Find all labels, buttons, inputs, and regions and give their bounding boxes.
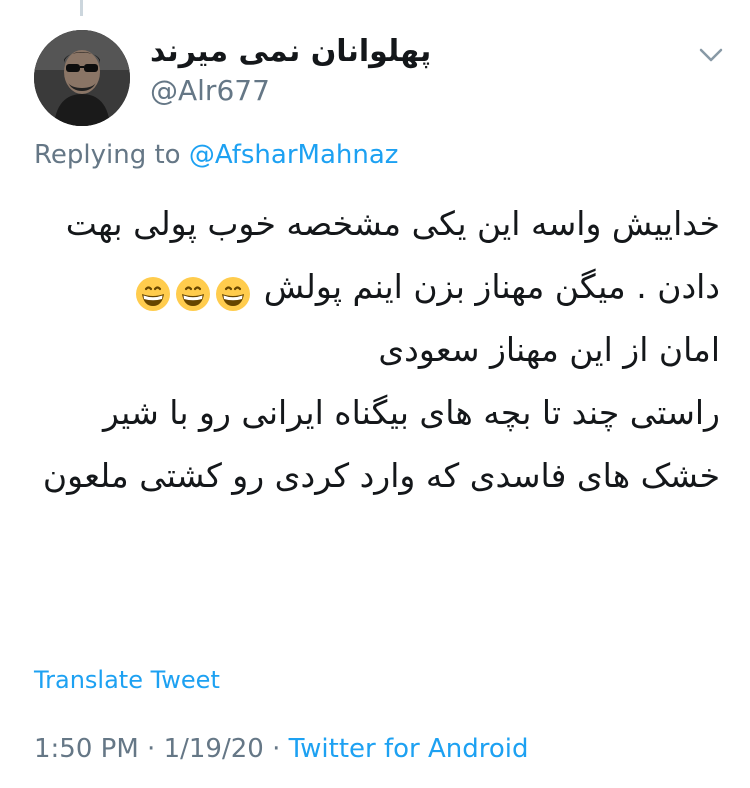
meta-separator: ·: [272, 734, 281, 764]
grinning-face-emoji-icon: [134, 270, 172, 311]
tweet-source-link[interactable]: Twitter for Android: [289, 734, 529, 764]
reply-mention-link[interactable]: @AfsharMahnaz: [189, 140, 399, 170]
chevron-down-icon[interactable]: [696, 42, 726, 68]
tweet-time[interactable]: 1:50 PM: [34, 734, 139, 764]
tweet-paragraph-2: امان از این مهناز سعودی: [378, 330, 720, 369]
display-name[interactable]: پهلوانان نمی میرند: [150, 34, 431, 69]
grinning-face-emoji-icon: [174, 270, 212, 311]
replying-prefix: Replying to: [34, 140, 181, 170]
translate-tweet-link[interactable]: Translate Tweet: [34, 666, 220, 694]
tweet-date[interactable]: 1/19/20: [164, 734, 264, 764]
thread-connector-line: [80, 0, 83, 16]
grinning-face-emoji-icon: [214, 270, 252, 311]
avatar[interactable]: [34, 30, 130, 126]
user-handle[interactable]: @Alr677: [150, 74, 270, 107]
tweet-metadata: 1:50 PM · 1/19/20 · Twitter for Android: [34, 734, 529, 764]
meta-separator: ·: [147, 734, 156, 764]
tweet-paragraph-1: خداییش واسه این یکی مشخصه خوب پولی بهت د…: [34, 192, 720, 318]
replying-to-line: Replying to @AfsharMahnaz: [34, 140, 398, 170]
tweet-paragraph-3: راستی چند تا بچه های بیگناه ایرانی رو با…: [42, 393, 720, 495]
tweet-body: خداییش واسه این یکی مشخصه خوب پولی بهت د…: [34, 192, 720, 507]
